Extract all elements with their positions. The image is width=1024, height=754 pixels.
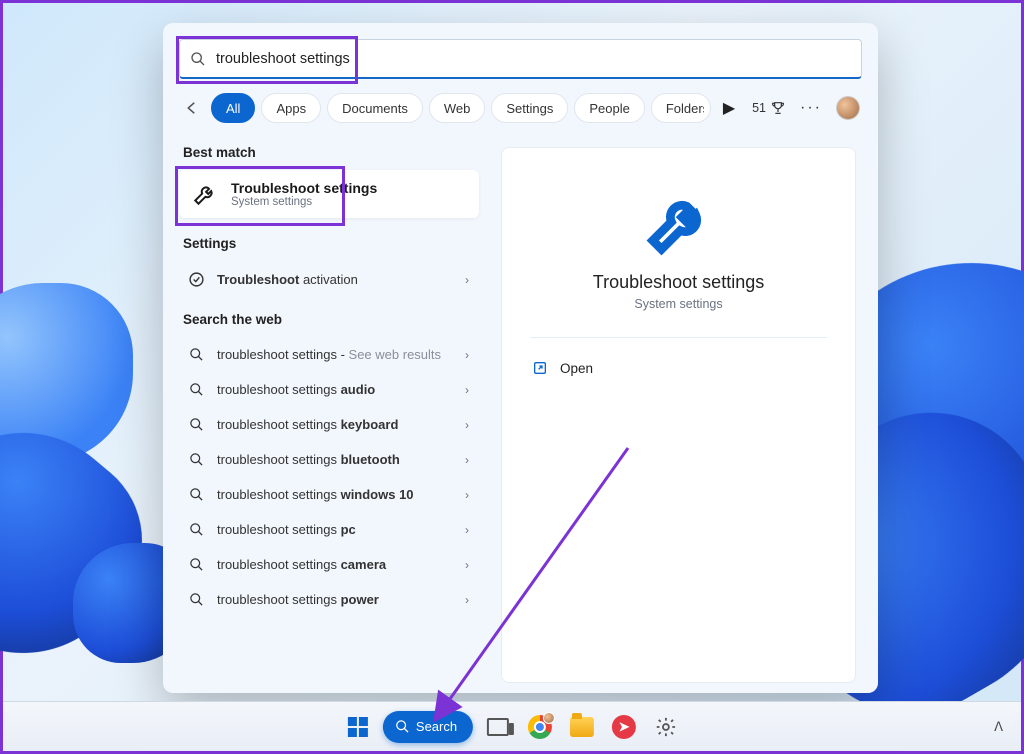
web-result[interactable]: troubleshoot settings camera›: [179, 547, 477, 582]
search-input[interactable]: [216, 51, 851, 67]
search-row: [163, 23, 878, 79]
tab-people[interactable]: People: [574, 93, 644, 123]
tab-web[interactable]: Web: [429, 93, 486, 123]
result-text: troubleshoot settings bluetooth: [217, 452, 465, 467]
mail-icon: ➤: [612, 715, 636, 739]
open-icon: [532, 360, 548, 376]
web-result[interactable]: troubleshoot settings bluetooth›: [179, 442, 477, 477]
open-action[interactable]: Open: [530, 356, 827, 380]
search-icon: [185, 592, 207, 607]
trophy-icon: [770, 100, 786, 116]
start-button[interactable]: [341, 710, 375, 744]
points-value: 51: [752, 101, 766, 115]
web-result[interactable]: troubleshoot settings power›: [179, 582, 477, 617]
taskbar-app-explorer[interactable]: [565, 710, 599, 744]
windows-logo-icon: [348, 717, 368, 737]
result-text: troubleshoot settings pc: [217, 522, 465, 537]
result-text: troubleshoot settings windows 10: [217, 487, 465, 502]
search-web-heading: Search the web: [183, 312, 483, 327]
best-match-title: Troubleshoot settings: [231, 180, 377, 196]
web-result[interactable]: troubleshoot settings windows 10›: [179, 477, 477, 512]
result-text: Troubleshoot activation: [217, 272, 465, 287]
folder-icon: [570, 717, 594, 737]
taskbar-search-button[interactable]: Search: [383, 711, 473, 743]
wrench-icon: [530, 188, 827, 258]
tab-settings[interactable]: Settings: [491, 93, 568, 123]
chrome-icon: [528, 715, 552, 739]
scroll-tabs-right-button[interactable]: ▶: [723, 98, 735, 118]
taskbar-search-label: Search: [416, 719, 457, 734]
best-match-result[interactable]: Troubleshoot settings System settings: [179, 170, 479, 218]
search-box[interactable]: [179, 39, 862, 79]
result-text: troubleshoot settings audio: [217, 382, 465, 397]
chevron-right-icon: ›: [465, 453, 469, 467]
filter-tabs: All Apps Documents Web Settings People F…: [163, 79, 878, 133]
start-search-panel: All Apps Documents Web Settings People F…: [163, 23, 878, 693]
search-icon: [185, 347, 207, 362]
tab-all[interactable]: All: [211, 93, 255, 123]
detail-title: Troubleshoot settings: [530, 272, 827, 293]
web-result[interactable]: troubleshoot settings audio›: [179, 372, 477, 407]
chevron-right-icon: ›: [465, 418, 469, 432]
chevron-right-icon: ›: [465, 273, 469, 287]
tab-apps[interactable]: Apps: [261, 93, 321, 123]
taskbar-app-settings[interactable]: [649, 710, 683, 744]
search-icon: [185, 557, 207, 572]
search-icon: [185, 487, 207, 502]
more-options-button[interactable]: ···: [800, 99, 822, 117]
chevron-right-icon: ›: [465, 488, 469, 502]
chevron-right-icon: ›: [465, 558, 469, 572]
result-text: troubleshoot settings camera: [217, 557, 465, 572]
tab-folders[interactable]: Folders: [651, 93, 711, 123]
user-avatar[interactable]: [836, 96, 860, 120]
detail-pane: Troubleshoot settings System settings Op…: [483, 133, 878, 693]
chevron-right-icon: ›: [465, 348, 469, 362]
best-match-subtitle: System settings: [231, 196, 377, 208]
result-text: troubleshoot settings keyboard: [217, 417, 465, 432]
search-icon: [190, 51, 206, 67]
back-button[interactable]: [179, 99, 205, 117]
action-label: Open: [560, 361, 593, 376]
task-view-icon: [487, 718, 509, 736]
tab-documents[interactable]: Documents: [327, 93, 423, 123]
chevron-right-icon: ›: [465, 523, 469, 537]
search-icon: [395, 719, 410, 734]
detail-subtitle: System settings: [530, 297, 827, 311]
web-result[interactable]: troubleshoot settings pc›: [179, 512, 477, 547]
task-view-button[interactable]: [481, 710, 515, 744]
wrench-icon: [191, 180, 219, 208]
search-icon: [185, 417, 207, 432]
best-match-heading: Best match: [183, 145, 483, 160]
search-icon: [185, 382, 207, 397]
results-list: Best match Troubleshoot settings System …: [163, 133, 483, 693]
check-circle-icon: [185, 271, 207, 288]
result-text: troubleshoot settings power: [217, 592, 465, 607]
divider: [530, 337, 827, 338]
taskbar-app-chrome[interactable]: [523, 710, 557, 744]
settings-heading: Settings: [183, 236, 483, 251]
rewards-points[interactable]: 51: [752, 100, 786, 116]
gear-icon: [655, 716, 677, 738]
tray-overflow-button[interactable]: ᐱ: [994, 719, 1003, 735]
search-icon: [185, 522, 207, 537]
search-icon: [185, 452, 207, 467]
chevron-right-icon: ›: [465, 593, 469, 607]
taskbar: Search ➤ ᐱ: [3, 701, 1021, 751]
web-result[interactable]: troubleshoot settings - See web results›: [179, 337, 477, 372]
taskbar-app-mail[interactable]: ➤: [607, 710, 641, 744]
chevron-right-icon: ›: [465, 383, 469, 397]
web-result[interactable]: troubleshoot settings keyboard›: [179, 407, 477, 442]
result-text: troubleshoot settings - See web results: [217, 347, 465, 362]
settings-result[interactable]: Troubleshoot activation ›: [179, 261, 477, 298]
